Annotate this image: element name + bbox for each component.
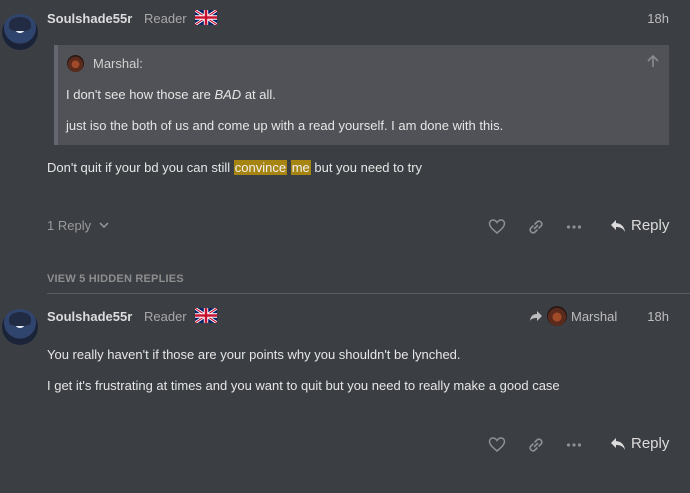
quote-line-2: just iso the both of us and come up with… xyxy=(66,118,504,133)
uk-flag-icon xyxy=(195,10,217,25)
username[interactable]: Soulshade55r xyxy=(47,11,132,26)
chevron-down-icon xyxy=(99,222,109,229)
post-time[interactable]: 18h xyxy=(647,309,669,324)
reply-button[interactable]: Reply xyxy=(610,435,669,452)
more-icon[interactable] xyxy=(565,218,583,236)
quote-text: I don't see how those are xyxy=(66,87,215,102)
search-highlight: me xyxy=(290,160,311,175)
divider xyxy=(47,293,690,294)
body-text-end: but you need to try xyxy=(310,160,423,175)
share-arrow-icon xyxy=(530,311,542,321)
quote-avatar xyxy=(67,55,84,72)
view-hidden-replies[interactable]: VIEW 5 HIDDEN REPLIES xyxy=(47,273,184,285)
reply-label: Reply xyxy=(631,435,670,452)
post-body: Don't quit if your bd you can still conv… xyxy=(47,160,422,175)
link-icon[interactable] xyxy=(527,436,545,454)
heart-icon[interactable] xyxy=(488,218,506,236)
search-highlight: convince xyxy=(233,160,288,175)
reply-to-avatar[interactable] xyxy=(547,306,567,326)
reply-to-username[interactable]: Marshal xyxy=(571,309,617,324)
post-body-line-2: I get it's frustrating at times and you … xyxy=(47,378,560,393)
post-1: Soulshade55r Reader 18h Marshal: I don't… xyxy=(0,0,690,270)
reply-label: Reply xyxy=(631,217,670,234)
post-body-line-1: You really haven't if those are your poi… xyxy=(47,347,461,362)
quote-text-end: at all. xyxy=(241,87,276,102)
link-icon[interactable] xyxy=(527,218,545,236)
user-title: Reader xyxy=(144,11,187,26)
uk-flag-icon xyxy=(195,308,217,323)
quote-line-1: I don't see how those are BAD at all. xyxy=(66,87,276,102)
reply-arrow-icon xyxy=(611,438,625,450)
quote-emphasis: BAD xyxy=(214,87,242,102)
avatar[interactable] xyxy=(2,14,38,50)
post-time[interactable]: 18h xyxy=(647,11,669,26)
arrow-up-icon[interactable] xyxy=(646,54,660,68)
more-icon[interactable] xyxy=(565,436,583,454)
avatar[interactable] xyxy=(2,309,38,345)
quote-block: Marshal: I don't see how those are BAD a… xyxy=(54,45,669,145)
replies-toggle[interactable]: 1 Reply xyxy=(47,218,109,233)
post-2: Soulshade55r Reader Marshal 18h You real… xyxy=(0,295,690,493)
replies-count: 1 Reply xyxy=(47,218,92,233)
body-text: Don't quit if your bd you can still xyxy=(47,160,234,175)
heart-icon[interactable] xyxy=(488,436,506,454)
reply-button[interactable]: Reply xyxy=(610,217,669,234)
reply-arrow-icon xyxy=(611,220,625,232)
username[interactable]: Soulshade55r xyxy=(47,309,132,324)
quote-username: Marshal: xyxy=(93,56,143,71)
user-title: Reader xyxy=(144,309,187,324)
